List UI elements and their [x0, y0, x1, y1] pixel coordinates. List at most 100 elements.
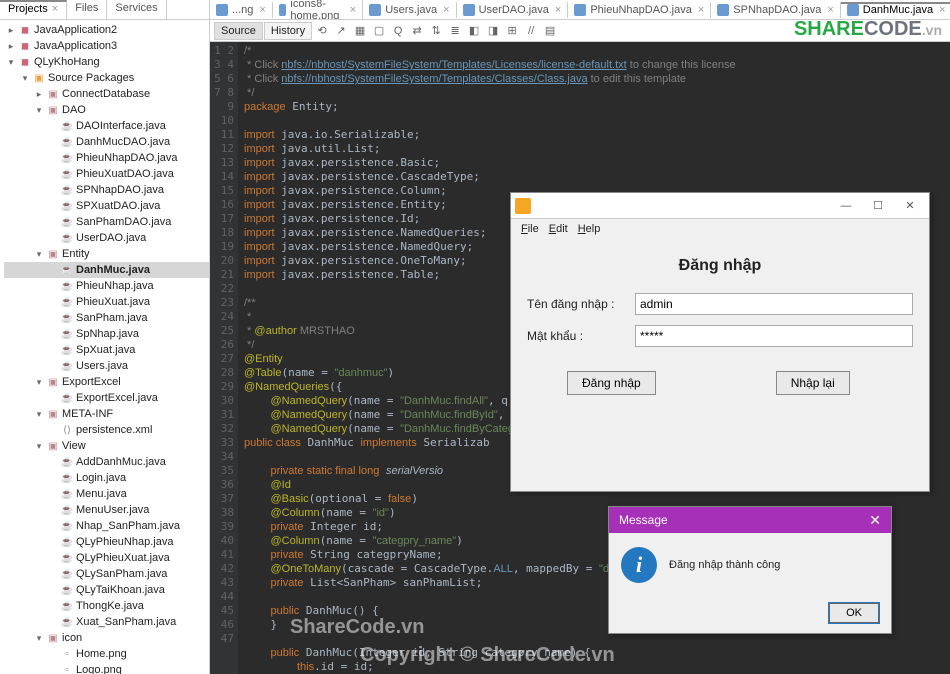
history-button[interactable]: History	[264, 22, 312, 40]
expand-icon[interactable]: ▾	[34, 105, 44, 116]
tree-node[interactable]: ▾◼QLyKhoHang	[4, 54, 209, 70]
toolbar-icon[interactable]: //	[522, 22, 540, 40]
tab-files[interactable]: Files	[67, 0, 107, 19]
login-button[interactable]: Đăng nhập	[567, 371, 656, 395]
maximize-button[interactable]: ☐	[863, 196, 893, 216]
tree-node[interactable]: ☕DanhMuc.java	[4, 262, 209, 278]
tree-node[interactable]: ☕PhieuXuatDAO.java	[4, 166, 209, 182]
editor-tab[interactable]: PhieuNhapDAO.java×	[568, 2, 711, 18]
toolbar-icon[interactable]: ▢	[370, 22, 388, 40]
tree-node[interactable]: ☕SPNhapDAO.java	[4, 182, 209, 198]
close-icon[interactable]: ×	[698, 4, 704, 16]
close-icon[interactable]: ×	[443, 4, 449, 16]
editor-tab[interactable]: DanhMuc.java×	[841, 2, 950, 18]
toolbar-icon[interactable]: ⇄	[408, 22, 426, 40]
toolbar-icon[interactable]: ⟲	[313, 22, 331, 40]
tree-node[interactable]: ☕AddDanhMuc.java	[4, 454, 209, 470]
tree-node[interactable]: ☕SpXuat.java	[4, 342, 209, 358]
toolbar-icon[interactable]: ⇅	[427, 22, 445, 40]
tree-node[interactable]: ☕DAOInterface.java	[4, 118, 209, 134]
menu-help[interactable]: Help	[578, 223, 601, 235]
tree-node[interactable]: ☕ExportExcel.java	[4, 390, 209, 406]
tree-node[interactable]: ☕Menu.java	[4, 486, 209, 502]
expand-icon[interactable]: ▾	[34, 441, 44, 452]
expand-icon[interactable]: ▸	[6, 25, 16, 36]
tree-node[interactable]: ☕QLyPhieuNhap.java	[4, 534, 209, 550]
toolbar-icon[interactable]: Q	[389, 22, 407, 40]
tree-node[interactable]: ☕ThongKe.java	[4, 598, 209, 614]
tree-node[interactable]: ☕DanhMucDAO.java	[4, 134, 209, 150]
tree-node[interactable]: ☕QLySanPham.java	[4, 566, 209, 582]
tree-node[interactable]: ☕Xuat_SanPham.java	[4, 614, 209, 630]
tab-projects[interactable]: Projects×	[0, 0, 67, 19]
editor-tab[interactable]: Users.java×	[363, 2, 456, 18]
expand-icon[interactable]: ▾	[20, 73, 30, 84]
tree-node[interactable]: ☕QLyTaiKhoan.java	[4, 582, 209, 598]
tree-node[interactable]: ▾▣DAO	[4, 102, 209, 118]
tree-node[interactable]: ▸▣ConnectDatabase	[4, 86, 209, 102]
close-icon[interactable]: ×	[555, 4, 561, 16]
toolbar-icon[interactable]: ◨	[484, 22, 502, 40]
tree-node[interactable]: ▾▣View	[4, 438, 209, 454]
close-icon[interactable]: ×	[350, 4, 356, 16]
minimize-button[interactable]: —	[831, 196, 861, 216]
tree-node[interactable]: ☕MenuUser.java	[4, 502, 209, 518]
tree-node[interactable]: ▾▣icon	[4, 630, 209, 646]
tree-node[interactable]: ☕SanPhamDAO.java	[4, 214, 209, 230]
toolbar-icon[interactable]: ▦	[351, 22, 369, 40]
expand-icon[interactable]: ▸	[34, 89, 44, 100]
tree-node[interactable]: ▸◼JavaApplication2	[4, 22, 209, 38]
tab-services[interactable]: Services	[107, 0, 166, 19]
tree-node[interactable]: ☕SPXuatDAO.java	[4, 198, 209, 214]
tree-node[interactable]: ☕Nhap_SanPham.java	[4, 518, 209, 534]
close-icon[interactable]: ×	[52, 3, 58, 15]
tree-node[interactable]: ⟨⟩persistence.xml	[4, 422, 209, 438]
tree-node[interactable]: ☕PhieuNhap.java	[4, 278, 209, 294]
expand-icon[interactable]: ▾	[34, 249, 44, 260]
tree-node[interactable]: ☕Users.java	[4, 358, 209, 374]
expand-icon[interactable]: ▾	[34, 409, 44, 420]
ok-button[interactable]: OK	[829, 603, 879, 623]
editor-tab[interactable]: icons8-home.png×	[273, 0, 363, 20]
toolbar-icon[interactable]: ⊞	[503, 22, 521, 40]
expand-icon[interactable]: ▾	[34, 633, 44, 644]
project-tree[interactable]: ▸◼JavaApplication2▸◼JavaApplication3▾◼QL…	[0, 20, 209, 674]
tree-node[interactable]: ▫Logo.png	[4, 662, 209, 674]
expand-icon[interactable]: ▸	[6, 41, 16, 52]
toolbar-icon[interactable]: ↗	[332, 22, 350, 40]
editor-tab[interactable]: SPNhapDAO.java×	[711, 2, 840, 18]
menu-file[interactable]: File	[521, 223, 539, 235]
close-icon[interactable]: ×	[939, 4, 945, 16]
tree-node[interactable]: ☕UserDAO.java	[4, 230, 209, 246]
tree-node[interactable]: ☕QLyPhieuXuat.java	[4, 550, 209, 566]
source-button[interactable]: Source	[214, 22, 263, 40]
tree-node[interactable]: ☕PhieuXuat.java	[4, 294, 209, 310]
message-titlebar[interactable]: Message ✕	[609, 507, 891, 533]
tree-node[interactable]: ▾▣ExportExcel	[4, 374, 209, 390]
toolbar-icon[interactable]: ◧	[465, 22, 483, 40]
expand-icon[interactable]: ▾	[34, 377, 44, 388]
editor-tab[interactable]: UserDAO.java×	[457, 2, 569, 18]
close-button[interactable]: ✕	[895, 196, 925, 216]
toolbar-icon[interactable]: ≣	[446, 22, 464, 40]
dialog-titlebar[interactable]: — ☐ ✕	[511, 193, 929, 219]
tree-node[interactable]: ▾▣Source Packages	[4, 70, 209, 86]
tree-node[interactable]: ▸◼JavaApplication3	[4, 38, 209, 54]
close-icon[interactable]: ✕	[869, 512, 881, 529]
close-icon[interactable]: ×	[259, 4, 265, 16]
toolbar-icon[interactable]: ▤	[541, 22, 559, 40]
close-icon[interactable]: ×	[827, 4, 833, 16]
tree-node[interactable]: ▫Home.png	[4, 646, 209, 662]
tree-node[interactable]: ☕SanPham.java	[4, 310, 209, 326]
tree-node[interactable]: ▾▣META-INF	[4, 406, 209, 422]
editor-tab[interactable]: ...ng×	[210, 2, 273, 18]
tree-node[interactable]: ☕Login.java	[4, 470, 209, 486]
expand-icon[interactable]: ▾	[6, 57, 16, 68]
reset-button[interactable]: Nhập lại	[776, 371, 850, 395]
menu-edit[interactable]: Edit	[549, 223, 568, 235]
password-input[interactable]	[635, 325, 913, 347]
username-input[interactable]	[635, 293, 913, 315]
tree-node[interactable]: ☕SpNhap.java	[4, 326, 209, 342]
tree-node[interactable]: ☕PhieuNhapDAO.java	[4, 150, 209, 166]
tree-node[interactable]: ▾▣Entity	[4, 246, 209, 262]
